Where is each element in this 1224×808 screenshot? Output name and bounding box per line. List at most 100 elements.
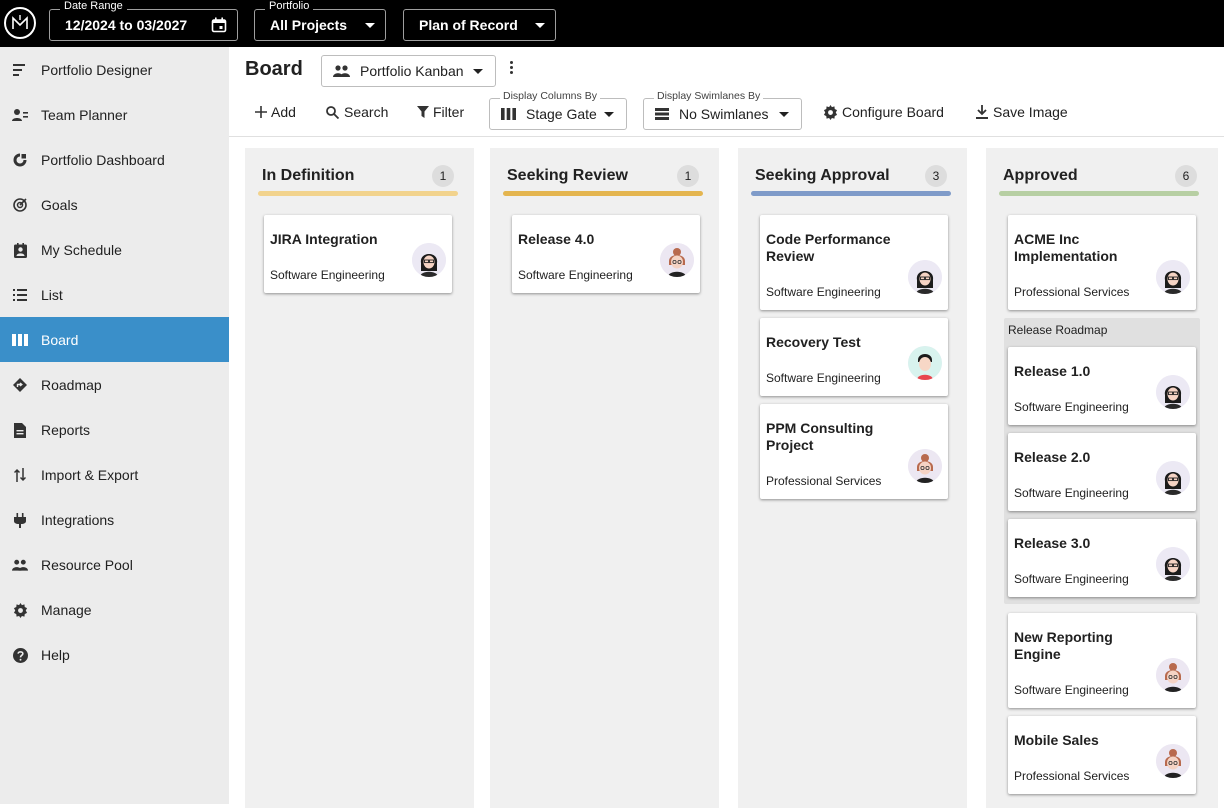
chevron-down-icon	[535, 22, 545, 28]
project-card[interactable]: Code Performance Review Software Engineer…	[760, 215, 948, 310]
avatar[interactable]	[1156, 461, 1190, 495]
sidebar-item-help[interactable]: Help	[0, 632, 229, 677]
display-columns-label: Display Columns By	[500, 90, 600, 102]
gear-icon	[12, 602, 28, 618]
date-range-picker[interactable]: Date Range 12/2024 to 03/2027	[49, 0, 238, 41]
sidebar-item-list[interactable]: List	[0, 272, 229, 317]
add-label: Add	[271, 104, 296, 120]
more-options-icon[interactable]	[510, 61, 513, 74]
column-color-bar	[503, 191, 703, 196]
save-image-button[interactable]: Save Image	[976, 104, 1068, 120]
filter-button[interactable]: Filter	[417, 104, 464, 120]
calendar-icon[interactable]	[211, 17, 227, 33]
sidebar-item-resource-pool[interactable]: Resource Pool	[0, 542, 229, 587]
save-image-label: Save Image	[993, 104, 1068, 120]
display-columns-value: Stage Gate	[526, 106, 597, 122]
project-card[interactable]: Recovery Test Software Engineering	[760, 318, 948, 396]
sidebar-item-label: Portfolio Designer	[41, 61, 153, 78]
view-select-value: Portfolio Kanban	[360, 63, 464, 79]
sidebar-item-integrations[interactable]: Integrations	[0, 497, 229, 542]
people-icon	[12, 557, 28, 573]
sidebar-item-manage[interactable]: Manage	[0, 587, 229, 632]
avatar[interactable]	[660, 243, 694, 277]
board-icon	[12, 332, 28, 348]
avatar[interactable]	[1156, 375, 1190, 409]
view-select[interactable]: Portfolio Kanban	[321, 55, 496, 87]
column-title: Seeking Approval	[755, 167, 890, 184]
add-button[interactable]: Add	[255, 104, 296, 120]
chevron-down-icon	[604, 111, 614, 117]
download-icon	[976, 105, 988, 119]
avatar[interactable]	[908, 260, 942, 294]
avatar[interactable]	[908, 449, 942, 483]
column-title: Seeking Review	[507, 167, 628, 184]
sidebar-item-portfolio-dashboard[interactable]: Portfolio Dashboard	[0, 137, 229, 182]
sidebar-item-board[interactable]: Board	[0, 317, 229, 362]
app-logo[interactable]	[4, 7, 36, 39]
date-range-label: Date Range	[60, 0, 127, 12]
sidebar-item-team-planner[interactable]: Team Planner	[0, 92, 229, 137]
sidebar-item-label: Import & Export	[41, 466, 139, 483]
top-bar: Date Range 12/2024 to 03/2027 Portfolio …	[0, 0, 1224, 47]
sidebar-item-import-export[interactable]: Import & Export	[0, 452, 229, 497]
search-label: Search	[344, 104, 389, 120]
project-card[interactable]: PPM Consulting Project Professional Servi…	[760, 404, 948, 499]
project-card[interactable]: Release 4.0 Software Engineering	[512, 215, 700, 293]
display-columns-select[interactable]: Display Columns By Stage Gate	[489, 90, 627, 130]
sidebar-item-label: Team Planner	[41, 106, 128, 123]
card-title: Release 2.0	[1014, 449, 1091, 465]
sidebar-item-label: List	[41, 286, 63, 303]
card-title: Release 4.0	[518, 231, 595, 247]
avatar[interactable]	[1156, 260, 1190, 294]
dashboard-icon	[12, 152, 28, 168]
card-team: Software Engineering	[766, 285, 881, 299]
search-button[interactable]: Search	[326, 104, 388, 120]
project-card[interactable]: Mobile Sales Professional Services	[1008, 716, 1196, 794]
card-title: Code Performance Review	[766, 231, 891, 264]
toolbar-divider	[229, 136, 1224, 137]
sidebar-item-portfolio-designer[interactable]: Portfolio Designer	[0, 47, 229, 92]
sidebar-item-label: Help	[41, 646, 70, 663]
search-icon	[326, 105, 339, 119]
schedule-icon	[12, 242, 28, 258]
sidebar-item-label: Manage	[41, 601, 92, 618]
sidebar-item-roadmap[interactable]: Roadmap	[0, 362, 229, 407]
date-range-value: 12/2024 to 03/2027	[65, 17, 188, 33]
portfolio-label: Portfolio	[265, 0, 314, 12]
plan-value: Plan of Record	[419, 17, 518, 33]
import-export-icon	[12, 467, 28, 483]
reports-icon	[12, 422, 28, 438]
plan-select[interactable]: Plan of Record	[403, 9, 556, 41]
card-title: ACME Inc Implementation	[1014, 231, 1118, 264]
plug-icon	[12, 512, 28, 528]
chevron-down-icon	[473, 68, 483, 74]
sidebar-item-my-schedule[interactable]: My Schedule	[0, 227, 229, 272]
project-card[interactable]: ACME Inc Implementation Professional Serv…	[1008, 215, 1196, 310]
portfolio-select[interactable]: Portfolio All Projects	[254, 0, 386, 41]
configure-board-button[interactable]: Configure Board	[823, 104, 944, 120]
column-color-bar	[258, 191, 458, 196]
project-card[interactable]: Release 3.0 Software Engineering	[1008, 519, 1196, 597]
column-count-badge: 1	[432, 165, 454, 187]
portfolio-designer-icon	[12, 62, 28, 78]
sidebar-item-reports[interactable]: Reports	[0, 407, 229, 452]
column-title: In Definition	[262, 167, 355, 184]
display-swimlanes-select[interactable]: Display Swimlanes By No Swimlanes	[643, 90, 802, 130]
roadmap-icon	[12, 377, 28, 393]
sidebar-item-goals[interactable]: Goals	[0, 182, 229, 227]
avatar[interactable]	[1156, 658, 1190, 692]
card-title: Mobile Sales	[1014, 732, 1099, 748]
project-card[interactable]: Release 1.0 Software Engineering	[1008, 347, 1196, 425]
card-title: Release 3.0	[1014, 535, 1091, 551]
project-card[interactable]: JIRA Integration Software Engineering	[264, 215, 452, 293]
avatar[interactable]	[1156, 547, 1190, 581]
sidebar-item-label: Board	[41, 331, 79, 348]
avatar[interactable]	[1156, 744, 1190, 778]
avatar[interactable]	[908, 346, 942, 380]
project-card[interactable]: New Reporting Engine Software Engineering	[1008, 613, 1196, 708]
project-card[interactable]: Release 2.0 Software Engineering	[1008, 433, 1196, 511]
card-team: Software Engineering	[270, 268, 385, 282]
display-swimlanes-label: Display Swimlanes By	[654, 90, 764, 102]
avatar[interactable]	[412, 243, 446, 277]
sidebar-item-label: Resource Pool	[41, 556, 133, 573]
